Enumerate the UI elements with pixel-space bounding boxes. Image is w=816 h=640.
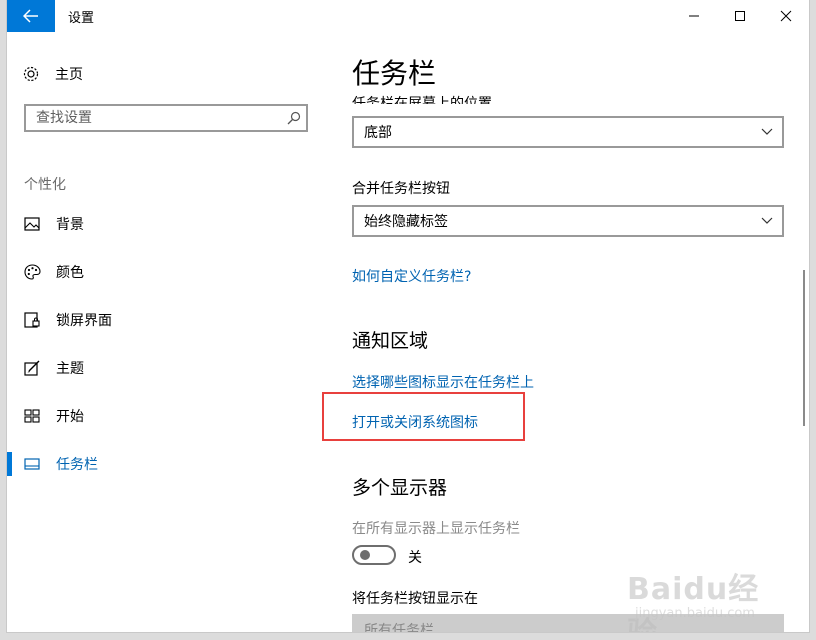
section-personalization: 个性化	[24, 177, 66, 193]
chevron-down-icon	[752, 217, 782, 225]
nav-home[interactable]: 主页	[21, 60, 301, 88]
watermark-url: jingyan.baidu.com	[635, 606, 755, 621]
combine-label: 合并任务栏按钮	[352, 181, 450, 197]
sidebar-item-label: 开始	[56, 409, 84, 425]
search-icon[interactable]	[282, 111, 306, 125]
select-icons-link[interactable]: 选择哪些图标显示在任务栏上	[352, 372, 534, 392]
back-arrow-icon	[23, 9, 38, 23]
maximize-button[interactable]	[717, 0, 763, 32]
maximize-icon	[735, 11, 745, 21]
toggle-knob	[360, 550, 370, 560]
show-all-displays-label: 在所有显示器上显示任务栏	[352, 521, 520, 537]
minimize-icon	[689, 15, 699, 17]
close-button[interactable]	[763, 0, 809, 32]
minimize-button[interactable]	[671, 0, 717, 32]
search-box	[24, 104, 308, 132]
sidebar-item-taskbar[interactable]: 任务栏	[7, 444, 307, 484]
title-bar: 设置	[7, 0, 809, 32]
sidebar-item-lock-screen[interactable]: 锁屏界面	[7, 300, 307, 340]
sidebar-item-label: 任务栏	[56, 457, 98, 473]
notification-area-heading: 通知区域	[352, 330, 429, 352]
combine-value: 始终隐藏标签	[364, 214, 448, 230]
watermark: Baidu经验 jingyan.baidu.com	[627, 564, 787, 632]
position-label-clip: 任务栏在屏幕上的位置	[352, 86, 772, 104]
theme-icon	[23, 360, 41, 376]
lock-screen-icon	[23, 312, 41, 328]
customize-taskbar-link[interactable]: 如何自定义任务栏?	[352, 266, 471, 286]
chevron-down-icon	[752, 128, 782, 136]
window-title: 设置	[68, 11, 95, 26]
position-dropdown[interactable]: 底部	[352, 116, 784, 148]
watermark-logo: Baidu经验	[627, 572, 760, 632]
multiple-displays-heading: 多个显示器	[352, 477, 448, 499]
palette-icon	[23, 264, 41, 280]
search-input[interactable]	[26, 107, 282, 129]
position-label: 任务栏在屏幕上的位置	[352, 96, 492, 104]
home-label: 主页	[55, 67, 83, 83]
show-buttons-value: 所有任务栏	[364, 623, 434, 632]
combine-dropdown[interactable]: 始终隐藏标签	[352, 205, 784, 237]
selection-indicator	[7, 452, 12, 476]
highlight-annotation	[322, 392, 525, 441]
settings-window: 设置 主页 个性化	[7, 0, 809, 632]
sidebar-item-label: 背景	[56, 217, 84, 233]
scrollbar[interactable]	[803, 270, 805, 426]
close-icon	[780, 10, 792, 22]
back-button[interactable]	[7, 0, 55, 32]
sidebar-item-background[interactable]: 背景	[7, 204, 307, 244]
taskbar-icon	[23, 456, 41, 472]
start-icon	[23, 408, 41, 424]
show-buttons-label: 将任务栏按钮显示在	[352, 591, 478, 607]
toggle-state-label: 关	[408, 550, 422, 566]
sidebar-item-label: 锁屏界面	[56, 313, 112, 329]
sidebar-item-start[interactable]: 开始	[7, 396, 307, 436]
show-all-displays-toggle[interactable]	[352, 545, 396, 565]
sidebar-item-label: 主题	[56, 361, 84, 377]
sidebar-item-colors[interactable]: 颜色	[7, 252, 307, 292]
position-value: 底部	[364, 125, 392, 141]
gear-icon	[21, 64, 41, 84]
sidebar-item-label: 颜色	[56, 265, 84, 281]
sidebar-item-themes[interactable]: 主题	[7, 348, 307, 388]
picture-icon	[23, 216, 41, 232]
